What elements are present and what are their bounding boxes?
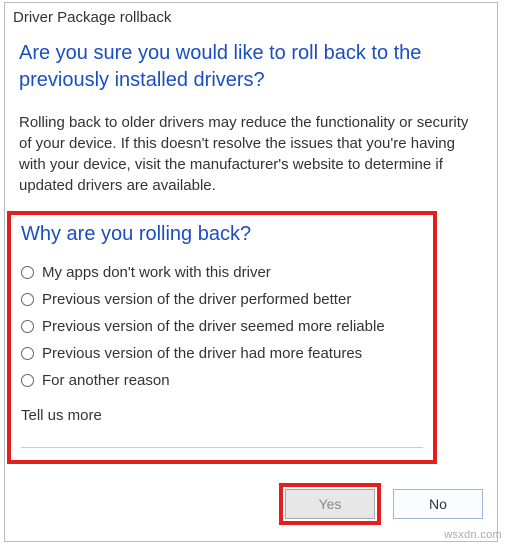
tell-us-more-label: Tell us more: [21, 407, 423, 424]
yes-button-highlight: Yes: [279, 483, 381, 525]
tell-us-more-input[interactable]: [21, 430, 423, 448]
radio-icon: [21, 266, 34, 279]
reason-label: Previous version of the driver seemed mo…: [42, 318, 385, 335]
reason-radio-group: My apps don't work with this driver Prev…: [21, 264, 423, 389]
description-text: Rolling back to older drivers may reduce…: [19, 112, 483, 196]
radio-icon: [21, 374, 34, 387]
watermark-text: wsxdn.com: [444, 529, 502, 541]
reason-label: Previous version of the driver performed…: [42, 291, 351, 308]
reason-option-more-reliable[interactable]: Previous version of the driver seemed mo…: [21, 318, 423, 335]
reason-section-highlight: Why are you rolling back? My apps don't …: [7, 211, 437, 464]
reason-option-apps[interactable]: My apps don't work with this driver: [21, 264, 423, 281]
reason-label: For another reason: [42, 372, 170, 389]
confirm-heading: Are you sure you would like to roll back…: [19, 40, 483, 94]
reason-option-another[interactable]: For another reason: [21, 372, 423, 389]
reason-heading: Why are you rolling back?: [21, 223, 423, 246]
radio-icon: [21, 293, 34, 306]
window-title: Driver Package rollback: [5, 3, 497, 36]
reason-option-performed-better[interactable]: Previous version of the driver performed…: [21, 291, 423, 308]
reason-label: Previous version of the driver had more …: [42, 345, 362, 362]
radio-icon: [21, 347, 34, 360]
yes-button[interactable]: Yes: [285, 489, 375, 519]
reason-label: My apps don't work with this driver: [42, 264, 271, 281]
dialog-button-row: Yes No: [279, 483, 483, 525]
dialog-window: Driver Package rollback Are you sure you…: [4, 2, 498, 542]
radio-icon: [21, 320, 34, 333]
dialog-content: Are you sure you would like to roll back…: [5, 36, 497, 196]
reason-option-more-features[interactable]: Previous version of the driver had more …: [21, 345, 423, 362]
no-button[interactable]: No: [393, 489, 483, 519]
